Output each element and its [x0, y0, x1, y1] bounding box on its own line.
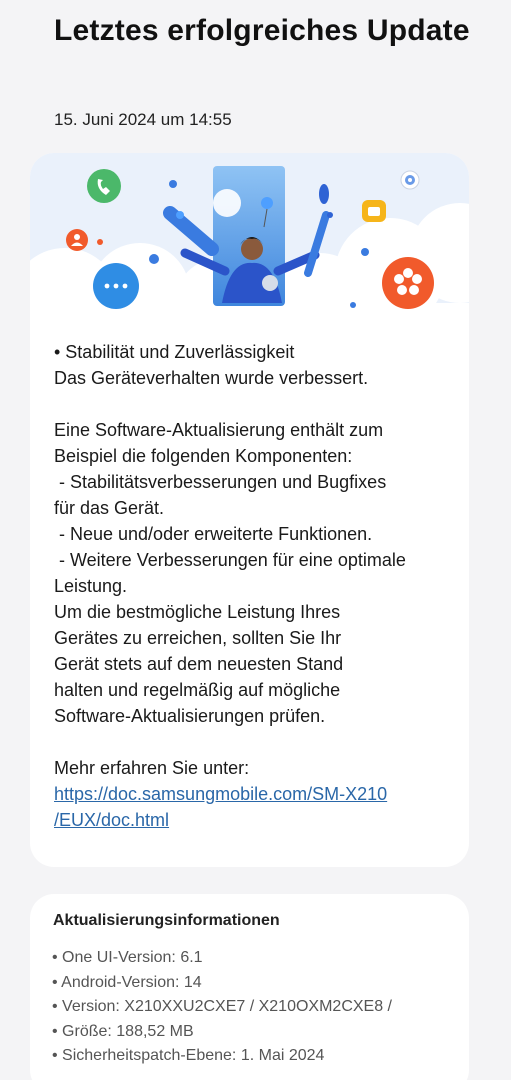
note-line: Beispiel die folgenden Komponenten:: [54, 446, 353, 466]
doc-link-line: /EUX/doc.html: [54, 810, 170, 830]
note-line: Um die bestmögliche Leistung Ihres: [54, 602, 341, 622]
info-item-one-ui-version: • One UI-Version: 6.1: [52, 949, 203, 966]
settings-icon: [400, 170, 420, 190]
note-line: - Weitere Verbesserungen für eine optima…: [54, 550, 406, 570]
release-notes-card: • Stabilität und Zuverlässigkeit Das Ger…: [30, 153, 469, 867]
folder-icon: [362, 200, 386, 222]
note-line: - Neue und/oder erweiterte Funktionen.: [54, 524, 373, 544]
doc-link[interactable]: https://doc.samsungmobile.com/SM-X210 /E…: [54, 781, 459, 833]
info-item-security-patch: • Sicherheitspatch-Ebene: 1. Mai 2024: [52, 1047, 325, 1064]
note-line: Gerät stets auf dem neuesten Stand: [54, 654, 344, 674]
page-title: Letztes erfolgreiches Update: [54, 14, 470, 47]
release-notes: • Stabilität und Zuverlässigkeit Das Ger…: [54, 339, 459, 833]
note-line: • Stabilität und Zuverlässigkeit: [54, 342, 295, 362]
note-line: [54, 391, 459, 417]
note-line: für das Gerät.: [54, 498, 165, 518]
note-line: [54, 729, 459, 755]
note-line: Eine Software-Aktualisierung enthält zum: [54, 420, 384, 440]
phone-icon: [87, 169, 121, 203]
note-line: Software-Aktualisierungen prüfen.: [54, 706, 326, 726]
note-line: Leistung.: [54, 576, 128, 596]
note-line: halten und regelmäßig auf mögliche: [54, 680, 341, 700]
doc-link-line: https://doc.samsungmobile.com/SM-X210: [54, 784, 388, 804]
note-line: Das Geräteverhalten wurde verbessert.: [54, 368, 369, 388]
info-item-version: • Version: X210XXU2CXE7 / X210OXM2CXE8 /: [52, 998, 392, 1015]
note-line: - Stabilitätsverbesserungen und Bugfixes: [54, 472, 387, 492]
info-title: Aktualisierungsinformationen: [53, 912, 280, 929]
update-date: 15. Juni 2024 um 14:55: [54, 110, 232, 129]
update-details-screen: Letztes erfolgreiches Update 15. Juni 20…: [0, 0, 511, 1080]
update-illustration: [30, 153, 469, 321]
update-info-card: Aktualisierungsinformationen • One UI-Ve…: [30, 894, 469, 1080]
info-item-size: • Größe: 188,52 MB: [52, 1022, 194, 1040]
info-list: • One UI-Version: 6.1 • Android-Version:…: [52, 946, 392, 1069]
note-line: Mehr erfahren Sie unter:: [54, 758, 250, 778]
note-line: Gerätes zu erreichen, sollten Sie Ihr: [54, 628, 342, 648]
info-item-android-version: • Android-Version: 14: [52, 973, 202, 991]
